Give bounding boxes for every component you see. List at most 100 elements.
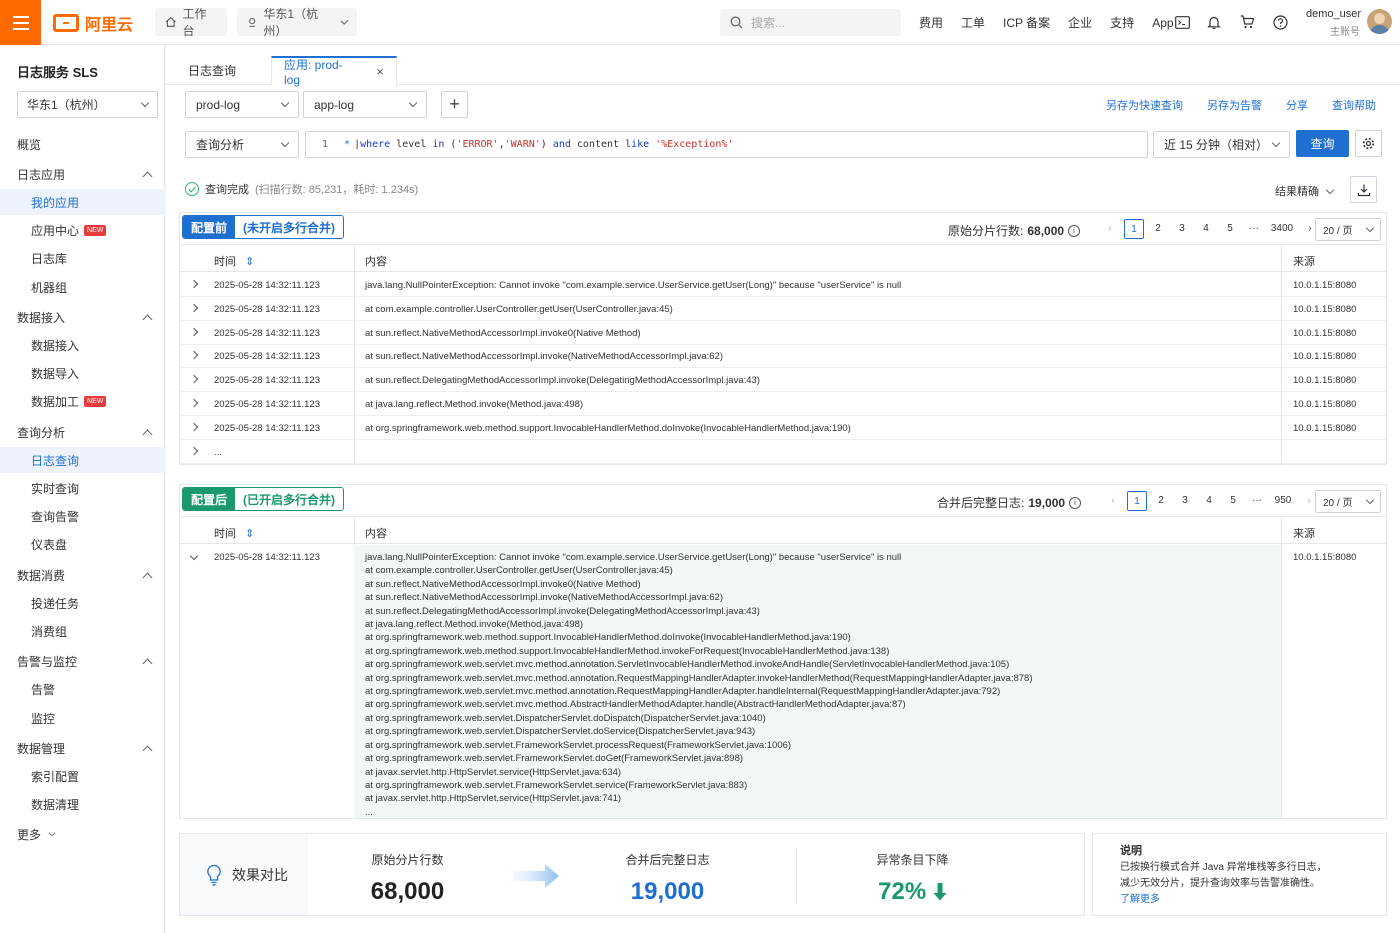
sort-icon[interactable]: ⇕ bbox=[245, 528, 254, 540]
time-range-select[interactable]: 近 15 分钟（相对） bbox=[1153, 131, 1290, 158]
mode-select[interactable]: 查询分析 bbox=[185, 131, 299, 158]
avatar[interactable] bbox=[1367, 9, 1392, 34]
chevron-up-icon[interactable] bbox=[142, 429, 153, 439]
page-3[interactable]: 3 bbox=[1172, 219, 1192, 239]
query-editor[interactable]: 1 * | where level in ( 'ERROR' , 'WARN' … bbox=[305, 131, 1148, 158]
sidebar-item[interactable]: 监控 bbox=[0, 705, 165, 731]
link-billing[interactable]: 费用 bbox=[910, 14, 952, 31]
help-icon[interactable] bbox=[1271, 13, 1289, 31]
sidebar-item[interactable]: 数据接入 bbox=[0, 332, 165, 358]
chevron-right-icon[interactable] bbox=[189, 303, 199, 313]
gear-icon[interactable] bbox=[1355, 130, 1382, 157]
sidebar-item[interactable]: 告警与监控 bbox=[0, 649, 165, 675]
page-4[interactable]: 4 bbox=[1199, 491, 1219, 511]
precision-select[interactable]: 结果精确 bbox=[1275, 183, 1335, 199]
chevron-right-icon[interactable] bbox=[189, 374, 199, 384]
table-row[interactable]: 2025-05-28 14:32:11.123 at org.springfram… bbox=[180, 416, 1386, 440]
prev-page-icon[interactable]: ‹ bbox=[1100, 219, 1120, 239]
chevron-up-icon[interactable] bbox=[142, 314, 153, 325]
save-quick-query-link[interactable]: 另存为快速查询 bbox=[1106, 97, 1183, 113]
page-ellipsis[interactable]: ··· bbox=[1247, 491, 1267, 511]
chevron-up-icon[interactable] bbox=[142, 171, 153, 182]
chevron-down-icon[interactable] bbox=[189, 551, 199, 561]
chevron-right-icon[interactable] bbox=[189, 279, 199, 289]
sidebar-item[interactable]: 查询分析 bbox=[0, 419, 165, 445]
link-support[interactable]: 支持 bbox=[1101, 14, 1143, 31]
page-ellipsis[interactable]: ··· bbox=[1244, 219, 1264, 239]
table-row[interactable]: 2025-05-28 14:32:11.123 java.lang.NullPoi… bbox=[180, 273, 1386, 297]
sidebar-item[interactable]: 机器组 bbox=[0, 274, 165, 300]
chevron-right-icon[interactable] bbox=[189, 422, 199, 432]
page-5[interactable]: 5 bbox=[1223, 491, 1243, 511]
search-input[interactable]: 搜索... bbox=[720, 9, 901, 36]
sidebar-item[interactable]: 概览 bbox=[0, 131, 165, 157]
sidebar-item[interactable]: 实时查询 bbox=[0, 475, 165, 501]
page-size-select[interactable]: 20 / 页 bbox=[1315, 218, 1381, 241]
tab-log-query[interactable]: 日志查询 bbox=[176, 56, 248, 85]
menu-icon[interactable] bbox=[0, 0, 41, 45]
sort-icon[interactable]: ⇕ bbox=[245, 256, 254, 268]
page-size-select[interactable]: 20 / 页 bbox=[1315, 490, 1381, 513]
table-row[interactable]: 2025-05-28 14:32:11.123 at sun.reflect.De… bbox=[180, 368, 1386, 393]
sidebar-item[interactable]: 数据消费 bbox=[0, 562, 165, 588]
page-2[interactable]: 2 bbox=[1148, 219, 1168, 239]
region-selector[interactable]: 华东1（杭州） bbox=[237, 7, 357, 38]
sidebar-item[interactable]: 日志应用 bbox=[0, 161, 165, 187]
page-3[interactable]: 3 bbox=[1175, 491, 1195, 511]
link-icp[interactable]: ICP 备案 bbox=[994, 14, 1059, 31]
info-icon[interactable]: i bbox=[1068, 224, 1081, 237]
brand-logo[interactable]: 阿里云 bbox=[53, 11, 133, 35]
chevron-up-icon[interactable] bbox=[142, 658, 153, 669]
table-row[interactable]: ... bbox=[180, 440, 1386, 464]
query-help-link[interactable]: 查询帮助 bbox=[1332, 97, 1376, 113]
sidebar-item[interactable]: 数据加工 NEW bbox=[0, 389, 165, 415]
sidebar-item[interactable]: 告警 bbox=[0, 677, 165, 703]
page-4[interactable]: 4 bbox=[1196, 219, 1216, 239]
page-2[interactable]: 2 bbox=[1151, 491, 1171, 511]
table-row[interactable]: 2025-05-28 14:32:11.123 at sun.reflect.Na… bbox=[180, 321, 1386, 345]
link-tickets[interactable]: 工单 bbox=[952, 14, 994, 31]
page-last[interactable]: 950 bbox=[1271, 491, 1295, 511]
sidebar-item[interactable]: 仪表盘 bbox=[0, 532, 165, 558]
sidebar-item[interactable]: 我的应用 bbox=[0, 189, 165, 216]
sidebar-item[interactable]: 数据管理 bbox=[0, 735, 165, 761]
bell-icon[interactable] bbox=[1205, 13, 1223, 31]
share-link[interactable]: 分享 bbox=[1286, 97, 1308, 113]
table-row[interactable]: 2025-05-28 14:32:11.123 at com.example.co… bbox=[180, 297, 1386, 321]
sidebar-item[interactable]: 日志库 bbox=[0, 246, 165, 272]
workbench-button[interactable]: 工作台 bbox=[155, 7, 227, 38]
close-icon[interactable]: × bbox=[376, 64, 384, 79]
download-icon[interactable] bbox=[1350, 176, 1377, 203]
sidebar-item[interactable]: 投递任务 bbox=[0, 590, 165, 616]
page-5[interactable]: 5 bbox=[1220, 219, 1240, 239]
sidebar-item[interactable]: 消费组 bbox=[0, 618, 165, 644]
col-time[interactable]: 时间 ⇕ bbox=[214, 525, 254, 541]
sidebar-region-select[interactable]: 华东1（杭州） bbox=[17, 91, 158, 118]
logstore-select[interactable]: app-log bbox=[303, 91, 427, 118]
chevron-right-icon[interactable] bbox=[189, 351, 199, 360]
tab-app-prod-log[interactable]: 应用: prod-log × bbox=[271, 56, 397, 87]
page-last[interactable]: 3400 bbox=[1268, 219, 1296, 239]
table-row[interactable]: 2025-05-28 14:32:11.123 at sun.reflect.Na… bbox=[180, 344, 1386, 369]
page-1[interactable]: 1 bbox=[1127, 491, 1147, 511]
add-icon[interactable]: + bbox=[441, 91, 468, 118]
sidebar-item[interactable]: 数据导入 bbox=[0, 361, 165, 387]
sidebar-item[interactable]: 索引配置 bbox=[0, 763, 165, 789]
cart-icon[interactable] bbox=[1238, 13, 1256, 31]
sidebar-item[interactable]: 数据清理 bbox=[0, 792, 165, 818]
chevron-right-icon[interactable] bbox=[189, 446, 199, 455]
terminal-icon[interactable] bbox=[1173, 13, 1191, 31]
prev-page-icon[interactable]: ‹ bbox=[1103, 491, 1123, 511]
sidebar-item[interactable]: 数据接入 bbox=[0, 304, 165, 330]
chevron-right-icon[interactable] bbox=[189, 327, 199, 336]
run-query-button[interactable]: 查询 bbox=[1296, 130, 1349, 157]
page-1[interactable]: 1 bbox=[1124, 219, 1144, 239]
sidebar-item[interactable]: 应用中心 NEW bbox=[0, 218, 165, 244]
link-enterprise[interactable]: 企业 bbox=[1059, 14, 1101, 31]
chevron-down-icon[interactable] bbox=[48, 829, 56, 837]
sidebar-item[interactable]: 更多 bbox=[0, 822, 165, 848]
table-row[interactable]: 2025-05-28 14:32:11.123 at java.lang.refl… bbox=[180, 392, 1386, 416]
col-time[interactable]: 时间 ⇕ bbox=[214, 253, 254, 269]
learn-more-link[interactable]: 了解更多 bbox=[1120, 892, 1359, 908]
chevron-up-icon[interactable] bbox=[142, 745, 153, 756]
